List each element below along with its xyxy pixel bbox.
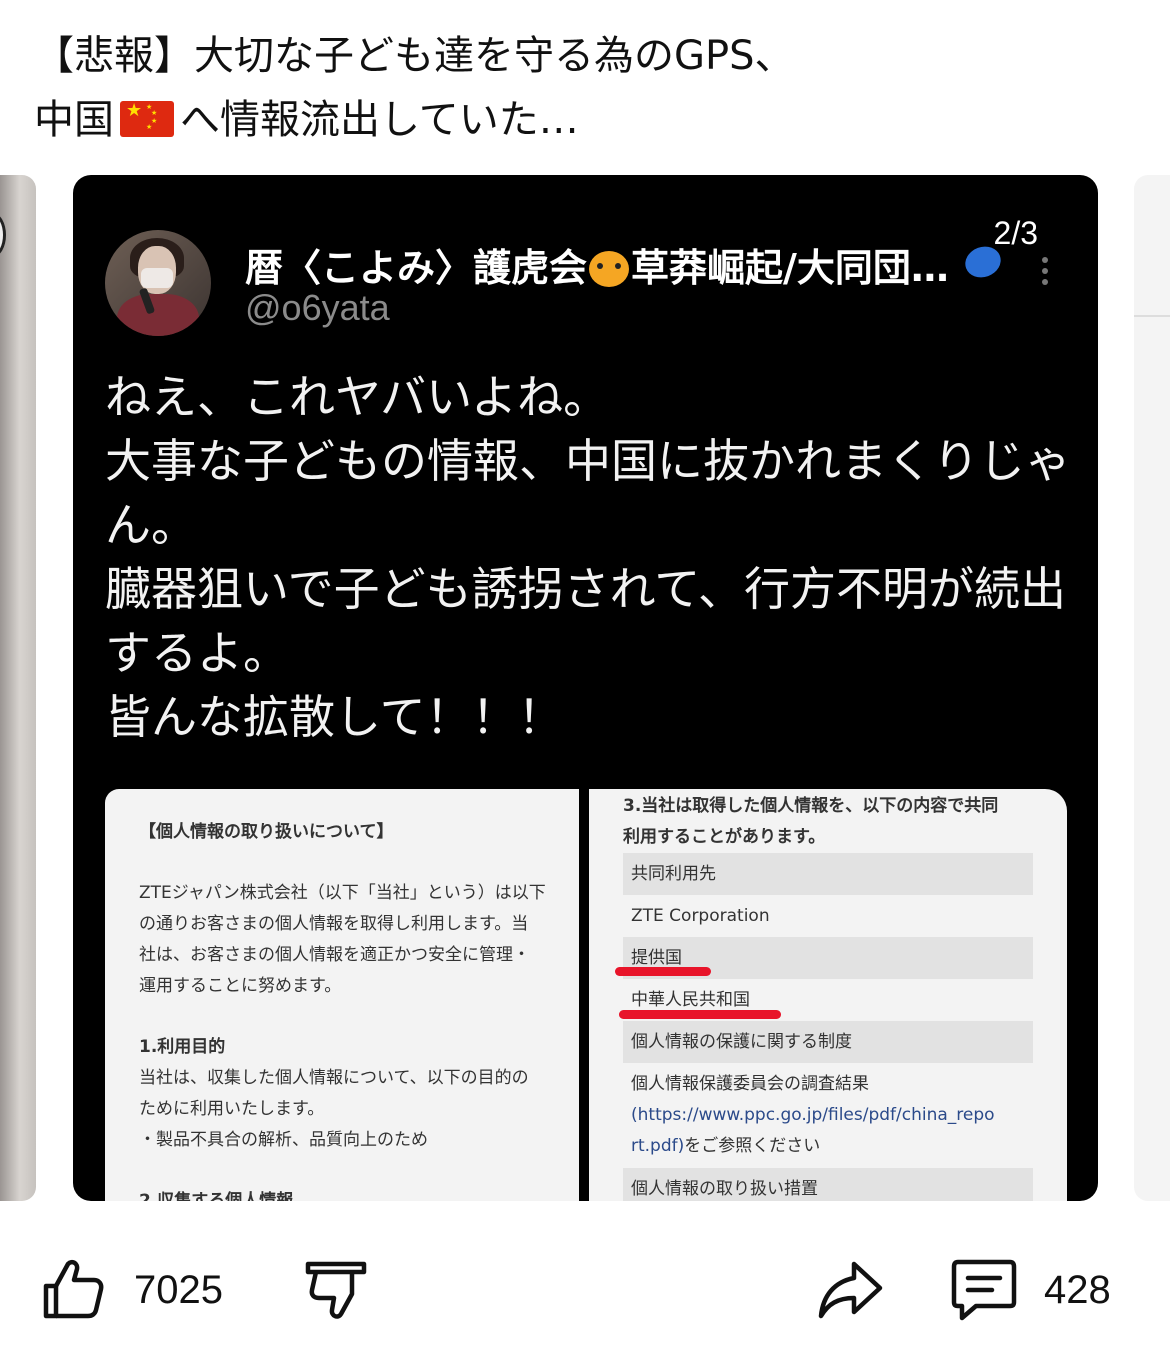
tweet-display-name: 暦〈こよみ〉護虎会 草莽崛起/大同団… <box>245 237 1005 292</box>
red-underline-mark <box>619 1010 781 1019</box>
doc-text: 社は、お客さまの個人情報を適正かつ安全に管理・ <box>139 945 530 965</box>
previous-slide[interactable] <box>0 175 36 1201</box>
more-options-icon <box>1040 257 1050 291</box>
tweet-line: ねえ、これヤバいよね。 <box>105 370 610 424</box>
doc-text: をご参照ください <box>684 1136 821 1156</box>
doc-link: (https://www.ppc.go.jp/files/pdf/china_r… <box>631 1105 995 1125</box>
image-carousel[interactable]: 2/3 暦〈こよみ〉護虎会 草莽崛起/大同団… @o6yata ねえ、これヤバいよ… <box>0 175 1170 1201</box>
tweet-text: ねえ、これヤバいよね。 大事な子どもの情報、中国に抜かれまくりじゃ ん。 臓器狙… <box>105 365 1075 749</box>
current-slide[interactable]: 2/3 暦〈こよみ〉護虎会 草莽崛起/大同団… @o6yata ねえ、これヤバいよ… <box>73 175 1098 1201</box>
comment-count: 428 <box>1044 1268 1111 1312</box>
post-title-line-1: 【悲報】大切な子ども達を守る為のGPS、 <box>34 33 795 79</box>
post-title-line-2-suffix: へ情報流出していた… <box>180 97 579 143</box>
doc-row: 共同利用先 <box>623 853 1033 895</box>
privacy-doc-right: 3.当社は取得した個人情報を、以下の内容で共同 利用することがあります。 共同利… <box>589 789 1067 1201</box>
post-title: 【悲報】大切な子ども達を守る為のGPS、 中国 ★ ★ ★ ★ ★ へ情報流出していた… <box>34 24 1134 152</box>
tweet-line: ん。 <box>105 498 197 552</box>
tweet-line: 臓器狙いで子ども誘拐されて、行方不明が続出 <box>105 562 1066 616</box>
doc-heading: 【個人情報の取り扱いについて】 <box>139 822 394 842</box>
red-underline-mark <box>615 967 711 976</box>
next-slide[interactable] <box>1134 175 1170 1201</box>
doc-text: ・製品不具合の解析、品質向上のため <box>139 1130 428 1150</box>
avatar <box>105 230 211 336</box>
doc-intro: 3.当社は取得した個人情報を、以下の内容で共同 利用することがあります。 <box>623 789 1033 853</box>
display-name-part-2: 草莽崛起/大同団… <box>631 246 949 290</box>
doc-text: 3.当社は取得した個人情報を、以下の内容で共同 <box>623 796 999 816</box>
tweet-line: するよ。 <box>105 626 289 680</box>
doc-row: 個人情報の取り扱い措置 <box>623 1168 1033 1201</box>
post-title-line-2: 中国 ★ ★ ★ ★ ★ へ情報流出していた… <box>34 88 1134 152</box>
doc-text: ZTEジャパン株式会社（以下「当社」という）は以下 <box>139 883 546 903</box>
share-icon[interactable] <box>816 1254 886 1324</box>
tweet-handle: @o6yata <box>245 287 390 328</box>
tweet-line: 皆んな拡散して！！！ <box>105 690 564 744</box>
thumbs-up-icon[interactable] <box>38 1254 108 1324</box>
tiger-emoji-icon <box>589 251 630 287</box>
doc-section-title: 2.収集する個人情報 <box>139 1191 294 1201</box>
doc-text: 個人情報保護委員会の調査結果 <box>631 1074 869 1094</box>
display-name-part-1: 暦〈こよみ〉護虎会 <box>245 246 588 290</box>
doc-text: ために利用いたします。 <box>139 1099 325 1119</box>
doc-section-title: 1.利用目的 <box>139 1037 226 1057</box>
privacy-doc-left: 【個人情報の取り扱いについて】 ZTEジャパン株式会社（以下「当社」という）は以… <box>105 789 579 1201</box>
like-count: 7025 <box>134 1268 223 1312</box>
doc-link: rt.pdf) <box>631 1136 685 1156</box>
thumbs-down-icon[interactable] <box>302 1254 372 1324</box>
action-bar: 7025 428 <box>0 1240 1170 1350</box>
comment-icon[interactable] <box>948 1254 1018 1324</box>
doc-text: 利用することがあります。 <box>623 827 826 847</box>
post-title-line-2-prefix: 中国 <box>34 97 114 143</box>
doc-row: ZTE Corporation <box>631 906 770 926</box>
doc-text: 当社は、収集した個人情報について、以下の目的の <box>139 1068 529 1088</box>
tweet-line: 大事な子どもの情報、中国に抜かれまくりじゃ <box>105 434 1071 488</box>
china-flag-icon: ★ ★ ★ ★ ★ <box>120 101 174 137</box>
doc-text: 運用することに努めます。 <box>139 976 342 996</box>
doc-row-result: 個人情報保護委員会の調査結果 (https://www.ppc.go.jp/fi… <box>623 1063 1033 1168</box>
doc-text: の通りお客さまの個人情報を取得し利用します。当 <box>139 914 529 934</box>
doc-row: 個人情報の保護に関する制度 <box>623 1021 1033 1063</box>
